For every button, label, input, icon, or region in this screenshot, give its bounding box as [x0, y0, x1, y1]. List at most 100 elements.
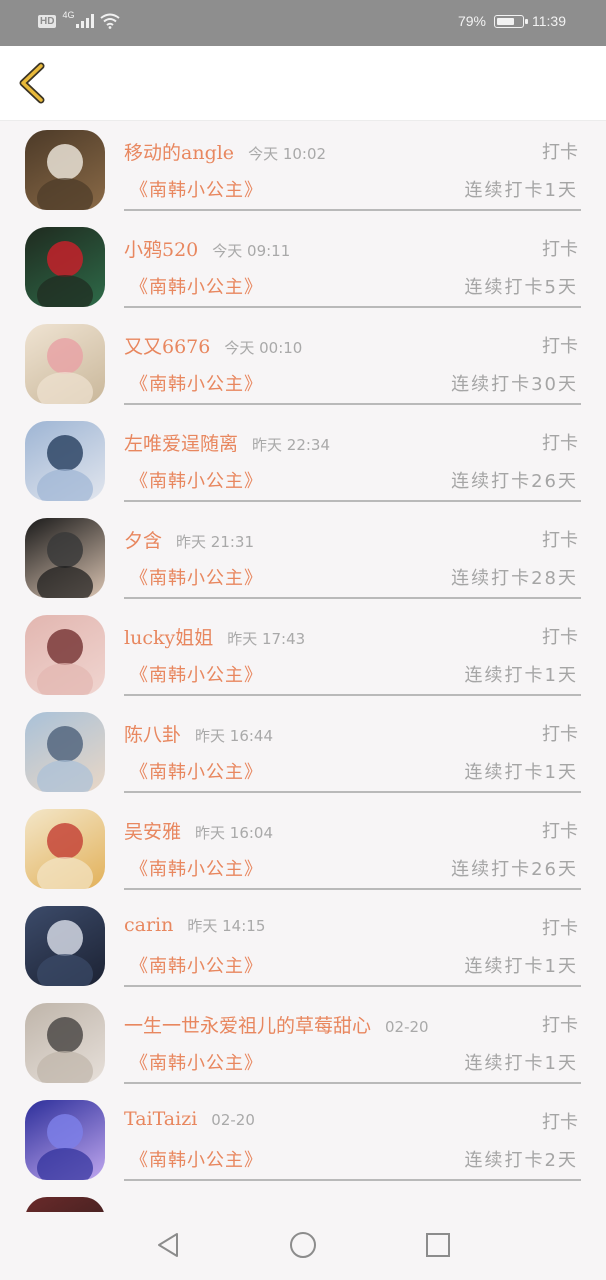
list-item[interactable]: TaiTaizi 02-20 打卡 《南韩小公主》 连续打卡2天 — [0, 1091, 606, 1188]
status-bar: HD 4G 79% 11:39 — [0, 0, 606, 46]
divider — [124, 985, 581, 987]
list-item-partial[interactable] — [0, 1188, 606, 1212]
avatar[interactable] — [25, 1197, 105, 1212]
checkin-time: 昨天 21:31 — [176, 533, 255, 551]
avatar[interactable] — [25, 712, 105, 792]
avatar[interactable] — [25, 324, 105, 404]
streak-text: 连续打卡1天 — [464, 1053, 578, 1074]
avatar[interactable] — [25, 421, 105, 501]
checkin-time: 昨天 17:43 — [227, 630, 306, 648]
checkin-time: 今天 09:11 — [212, 242, 291, 260]
divider — [124, 1179, 581, 1181]
checkin-label: 打卡 — [542, 530, 578, 551]
streak-text: 连续打卡30天 — [451, 374, 578, 395]
circle-home-icon[interactable] — [288, 1230, 318, 1260]
square-recents-icon[interactable] — [423, 1230, 453, 1260]
checkin-time: 今天 00:10 — [224, 339, 303, 357]
checkin-time: 昨天 22:34 — [252, 436, 331, 454]
list-item[interactable]: 小鸦520 今天 09:11 打卡 《南韩小公主》 连续打卡5天 — [0, 218, 606, 315]
user-name[interactable]: 陈八卦 — [124, 724, 181, 746]
book-title[interactable]: 《南韩小公主》 — [130, 176, 263, 202]
streak-text: 连续打卡2天 — [464, 1150, 578, 1171]
user-name[interactable]: 吴安雅 — [124, 821, 181, 843]
checkin-label: 打卡 — [542, 821, 578, 842]
streak-text: 连续打卡26天 — [451, 471, 578, 492]
checkin-list: 移动的angle 今天 10:02 打卡 《南韩小公主》 连续打卡1天 小鸦520… — [0, 121, 606, 1212]
user-name[interactable]: 一生一世永爱祖儿的草莓甜心 — [124, 1015, 371, 1037]
avatar[interactable] — [25, 227, 105, 307]
battery-icon — [494, 14, 528, 28]
list-item[interactable]: 一生一世永爱祖儿的草莓甜心 02-20 打卡 《南韩小公主》 连续打卡1天 — [0, 994, 606, 1091]
user-name[interactable]: 夕含 — [124, 530, 162, 552]
divider — [124, 209, 581, 211]
streak-text: 连续打卡1天 — [464, 180, 578, 201]
checkin-label: 打卡 — [542, 1112, 578, 1133]
wifi-icon — [100, 13, 121, 29]
streak-text: 连续打卡1天 — [464, 665, 578, 686]
triangle-back-icon[interactable] — [153, 1230, 183, 1260]
book-title[interactable]: 《南韩小公主》 — [130, 370, 263, 396]
streak-text: 连续打卡5天 — [464, 277, 578, 298]
list-item[interactable]: carin 昨天 14:15 打卡 《南韩小公主》 连续打卡1天 — [0, 897, 606, 994]
checkin-label: 打卡 — [542, 724, 578, 745]
book-title[interactable]: 《南韩小公主》 — [130, 661, 263, 687]
checkin-time: 02-20 — [385, 1018, 429, 1036]
book-title[interactable]: 《南韩小公主》 — [130, 467, 263, 493]
navigation-bar — [0, 1212, 606, 1280]
list-item[interactable]: 陈八卦 昨天 16:44 打卡 《南韩小公主》 连续打卡1天 — [0, 703, 606, 800]
checkin-time: 昨天 14:15 — [187, 917, 266, 935]
checkin-label: 打卡 — [542, 336, 578, 357]
divider — [124, 791, 581, 793]
book-title[interactable]: 《南韩小公主》 — [130, 564, 263, 590]
avatar[interactable] — [25, 130, 105, 210]
book-title[interactable]: 《南韩小公主》 — [130, 952, 263, 978]
status-right: 79% 11:39 — [458, 13, 566, 29]
divider — [124, 403, 581, 405]
checkin-time: 昨天 16:04 — [195, 824, 274, 842]
book-title[interactable]: 《南韩小公主》 — [130, 758, 263, 784]
checkin-label: 打卡 — [542, 627, 578, 648]
clock: 11:39 — [532, 13, 566, 29]
checkin-label: 打卡 — [542, 142, 578, 163]
avatar[interactable] — [25, 518, 105, 598]
status-left: HD 4G — [38, 10, 121, 29]
user-name[interactable]: 移动的angle — [124, 142, 234, 164]
streak-text: 连续打卡1天 — [464, 956, 578, 977]
checkin-time: 昨天 16:44 — [195, 727, 274, 745]
checkin-label: 打卡 — [542, 918, 578, 939]
streak-text: 连续打卡28天 — [451, 568, 578, 589]
list-item[interactable]: 移动的angle 今天 10:02 打卡 《南韩小公主》 连续打卡1天 — [0, 121, 606, 218]
network-type: 4G — [62, 10, 75, 20]
hd-icon: HD — [38, 14, 57, 28]
divider — [124, 306, 581, 308]
avatar[interactable] — [25, 809, 105, 889]
list-item[interactable]: 又又6676 今天 00:10 打卡 《南韩小公主》 连续打卡30天 — [0, 315, 606, 412]
book-title[interactable]: 《南韩小公主》 — [130, 1146, 263, 1172]
chevron-left-icon[interactable] — [12, 60, 52, 106]
streak-text: 连续打卡26天 — [451, 859, 578, 880]
book-title[interactable]: 《南韩小公主》 — [130, 273, 263, 299]
user-name[interactable]: TaiTaizi — [124, 1108, 197, 1130]
avatar[interactable] — [25, 1100, 105, 1180]
avatar[interactable] — [25, 906, 105, 986]
book-title[interactable]: 《南韩小公主》 — [130, 855, 263, 881]
avatar[interactable] — [25, 1003, 105, 1083]
divider — [124, 694, 581, 696]
user-name[interactable]: 又又6676 — [124, 336, 210, 358]
list-item[interactable]: lucky姐姐 昨天 17:43 打卡 《南韩小公主》 连续打卡1天 — [0, 606, 606, 703]
divider — [124, 597, 581, 599]
battery-percent: 79% — [457, 13, 486, 29]
list-item[interactable]: 吴安雅 昨天 16:04 打卡 《南韩小公主》 连续打卡26天 — [0, 800, 606, 897]
divider — [124, 888, 581, 890]
user-name[interactable]: 小鸦520 — [124, 239, 198, 261]
list-item[interactable]: 左唯爱逞随离 昨天 22:34 打卡 《南韩小公主》 连续打卡26天 — [0, 412, 606, 509]
avatar[interactable] — [25, 615, 105, 695]
checkin-time: 02-20 — [211, 1111, 255, 1129]
book-title[interactable]: 《南韩小公主》 — [130, 1049, 263, 1075]
signal-icon — [76, 14, 95, 28]
user-name[interactable]: lucky姐姐 — [124, 627, 213, 649]
user-name[interactable]: carin — [124, 914, 173, 936]
list-item[interactable]: 夕含 昨天 21:31 打卡 《南韩小公主》 连续打卡28天 — [0, 509, 606, 606]
user-name[interactable]: 左唯爱逞随离 — [124, 433, 238, 455]
divider — [124, 500, 581, 502]
